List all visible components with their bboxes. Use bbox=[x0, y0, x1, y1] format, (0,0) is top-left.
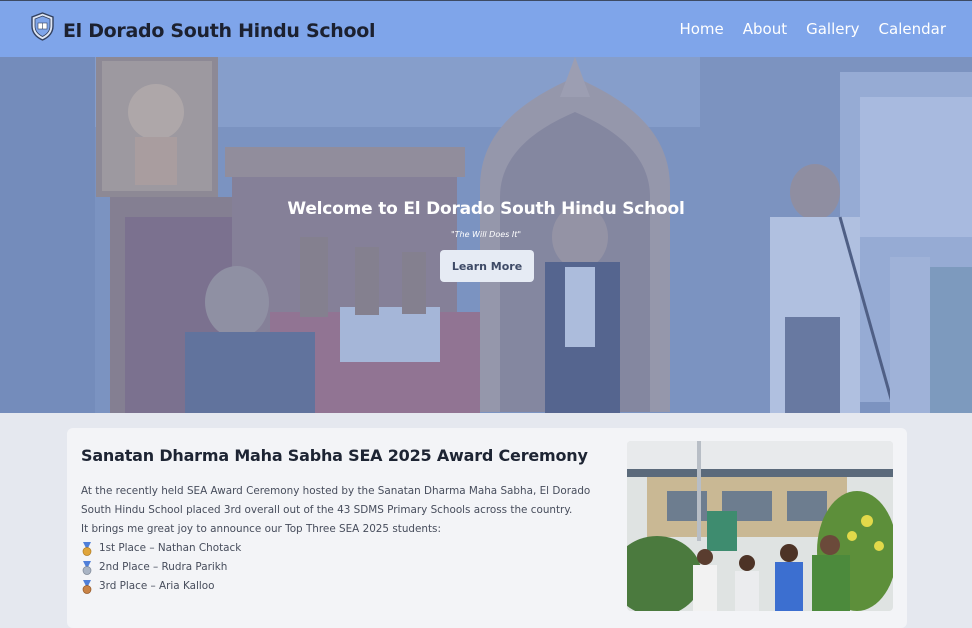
news-title: Sanatan Dharma Maha Sabha SEA 2025 Award… bbox=[81, 446, 588, 465]
hero-motto: "The Will Does It" bbox=[450, 230, 522, 239]
news-card: Sanatan Dharma Maha Sabha SEA 2025 Award… bbox=[67, 428, 907, 628]
nav-calendar[interactable]: Calendar bbox=[879, 20, 946, 38]
news-body: At the recently held SEA Award Ceremony … bbox=[81, 482, 601, 596]
school-crest-icon[interactable] bbox=[30, 12, 55, 41]
list-item: 2nd Place – Rudra Parikh bbox=[81, 558, 601, 577]
hero-title: Welcome to El Dorado South Hindu School bbox=[287, 199, 685, 219]
hero-banner: Welcome to El Dorado South Hindu School … bbox=[0, 57, 972, 413]
list-item: 3rd Place – Aria Kalloo bbox=[81, 577, 601, 596]
place-third: 3rd Place – Aria Kalloo bbox=[99, 580, 215, 592]
place-first: 1st Place – Nathan Chotack bbox=[99, 542, 242, 554]
place-second: 2nd Place – Rudra Parikh bbox=[99, 561, 228, 573]
silver-medal-icon bbox=[82, 560, 92, 575]
site-title[interactable]: El Dorado South Hindu School bbox=[63, 20, 376, 42]
site-header: El Dorado South Hindu School Home About … bbox=[0, 0, 972, 57]
gold-medal-icon bbox=[82, 541, 92, 556]
award-ceremony-photo bbox=[627, 441, 893, 611]
learn-more-button[interactable]: Learn More bbox=[440, 250, 534, 282]
bronze-medal-icon bbox=[82, 579, 92, 594]
nav-about[interactable]: About bbox=[743, 20, 787, 38]
main-nav: Home About Gallery Calendar bbox=[679, 20, 946, 38]
news-paragraph: At the recently held SEA Award Ceremony … bbox=[81, 485, 591, 516]
nav-home[interactable]: Home bbox=[679, 20, 723, 38]
news-photo bbox=[627, 441, 893, 611]
nav-gallery[interactable]: Gallery bbox=[806, 20, 859, 38]
news-intro: It brings me great joy to announce our T… bbox=[81, 523, 441, 535]
list-item: 1st Place – Nathan Chotack bbox=[81, 539, 601, 558]
